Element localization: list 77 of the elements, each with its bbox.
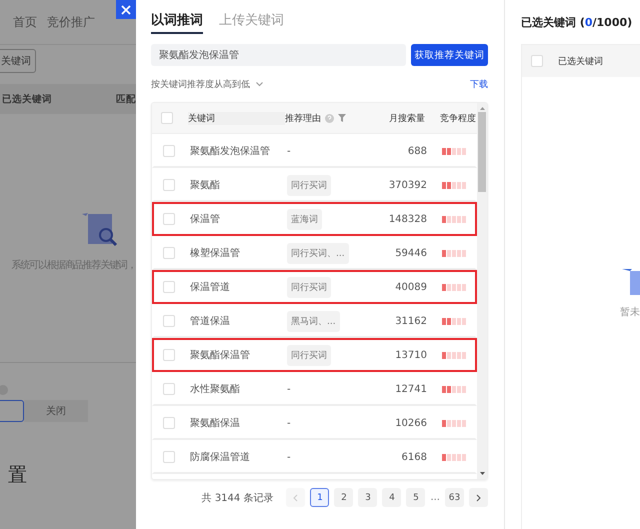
volume-cell-text: 6168 bbox=[400, 452, 427, 462]
page-button[interactable]: 1 bbox=[310, 488, 330, 507]
column-header: 匹配 bbox=[116, 92, 136, 106]
volume-cell-text: 31162 bbox=[394, 316, 427, 326]
keyword-cell-text: 聚氨酯保温 bbox=[190, 416, 241, 430]
reason-cell: - bbox=[287, 384, 291, 394]
reason-tag: 同行买词 bbox=[287, 174, 331, 196]
keyword-cell-text: 聚氨酯发泡保温管 bbox=[190, 144, 271, 158]
next-page-button[interactable] bbox=[469, 488, 488, 507]
tab[interactable]: 以词推词 bbox=[151, 11, 203, 34]
checkbox[interactable] bbox=[163, 145, 175, 157]
checkbox[interactable] bbox=[163, 451, 175, 463]
section-title: 置 bbox=[8, 463, 28, 488]
close-button[interactable] bbox=[116, 0, 136, 19]
keyword-cell-text: 防腐保温管道 bbox=[190, 450, 251, 464]
volume-cell-text: 13710 bbox=[394, 350, 427, 360]
reason-tag: 黑马词、... bbox=[287, 310, 340, 332]
column-header: 已选关键词 bbox=[1, 92, 53, 106]
reason-tag: 同行买词 bbox=[287, 344, 331, 366]
reason-tag: 蓝海词 bbox=[287, 208, 322, 230]
volume-cell-text: 59446 bbox=[394, 248, 427, 258]
caret-up-icon[interactable] bbox=[480, 107, 484, 110]
chevron-right-icon bbox=[476, 494, 481, 502]
close-icon bbox=[121, 4, 131, 14]
record-count: 共 3144 条记录 bbox=[202, 492, 274, 504]
keyword-cell-text: 聚氨酯保温管 bbox=[190, 348, 251, 362]
filter-icon[interactable] bbox=[338, 114, 346, 122]
column-header: 月搜索量 bbox=[388, 112, 425, 124]
column-header: 已选关键词 bbox=[558, 56, 603, 68]
keyword-cell-text: 水性聚氨酯 bbox=[190, 382, 241, 396]
download-link[interactable]: 下载 bbox=[470, 78, 488, 90]
keyword-cell-text: 保温管道 bbox=[190, 281, 231, 294]
volume-cell-text: 12741 bbox=[394, 384, 427, 394]
reason-tag: 同行买词 bbox=[287, 276, 331, 298]
empty-message: 暂未 bbox=[620, 306, 640, 319]
caret-down-icon[interactable] bbox=[480, 472, 484, 475]
checkbox[interactable] bbox=[163, 349, 175, 361]
keyword-button[interactable]: 关键词 bbox=[0, 49, 36, 73]
page-button[interactable]: 3 bbox=[358, 488, 378, 507]
volume-cell-text: 10266 bbox=[394, 418, 427, 428]
chevron-left-icon bbox=[293, 494, 298, 502]
chevron-down-icon bbox=[256, 82, 263, 86]
fetch-keywords-button[interactable]: 获取推荐关键词 bbox=[411, 44, 488, 66]
ellipsis: ... bbox=[430, 492, 440, 503]
checkbox[interactable] bbox=[163, 247, 175, 259]
checkbox[interactable] bbox=[531, 55, 543, 67]
scrollbar-thumb[interactable] bbox=[478, 112, 486, 192]
checkbox[interactable] bbox=[163, 315, 175, 327]
reason-cell: - bbox=[287, 452, 291, 462]
volume-cell-text: 40089 bbox=[394, 282, 427, 292]
scrollbar[interactable] bbox=[477, 103, 487, 479]
reason-cell: - bbox=[287, 146, 291, 156]
page-button[interactable]: 4 bbox=[382, 488, 402, 507]
checkbox[interactable] bbox=[161, 112, 173, 124]
checkbox[interactable] bbox=[163, 417, 175, 429]
volume-cell-text: 370392 bbox=[388, 180, 427, 190]
column-header: 关键词 bbox=[188, 112, 285, 124]
reason-cell: - bbox=[287, 418, 291, 428]
column-header: 竞争程度 bbox=[440, 112, 476, 124]
search-field[interactable]: 聚氨酯发泡保温管 bbox=[151, 44, 406, 66]
page-button[interactable]: 5 bbox=[406, 488, 426, 507]
keyword-cell-text: 管道保温 bbox=[190, 315, 231, 328]
checkbox[interactable] bbox=[163, 383, 175, 395]
checkbox[interactable] bbox=[163, 179, 175, 191]
keyword-cell-text: 橡塑保温管 bbox=[190, 246, 241, 260]
keyword-cell-text: 聚氨酯 bbox=[190, 178, 221, 192]
reason-tag: 同行买词、... bbox=[287, 242, 349, 264]
checkbox[interactable] bbox=[163, 213, 175, 225]
panel-title: 已选关键词 (0/1000) bbox=[521, 14, 632, 30]
keyword-cell-text: 保温管 bbox=[190, 213, 221, 226]
sort-dropdown[interactable]: 按关键词推荐度从高到低 bbox=[151, 78, 250, 90]
page-button[interactable]: 63 bbox=[445, 488, 464, 507]
checkbox[interactable] bbox=[163, 281, 175, 293]
volume-cell-text: 148328 bbox=[388, 214, 427, 224]
page-button[interactable]: 2 bbox=[334, 488, 354, 507]
volume-cell-text: 688 bbox=[406, 146, 427, 156]
column-header: 推荐理由 bbox=[285, 112, 321, 124]
